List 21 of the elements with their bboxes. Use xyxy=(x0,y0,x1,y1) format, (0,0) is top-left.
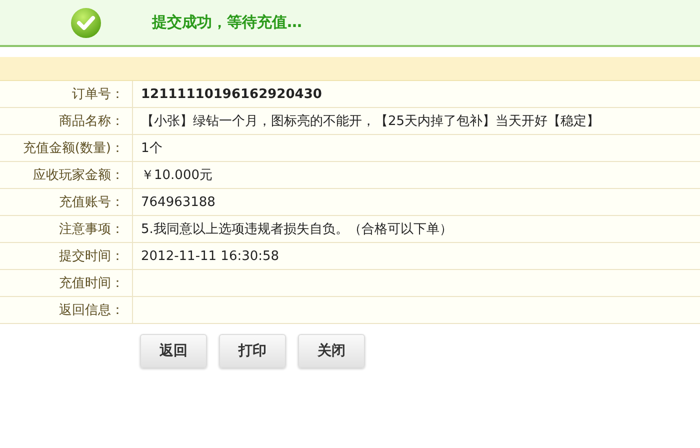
field-label: 订单号： xyxy=(0,81,133,107)
field-value: 【小张】绿钻一个月，图标亮的不能开，【25天内掉了包补】当天开好【稳定】 xyxy=(140,113,600,131)
action-button[interactable]: 返回 xyxy=(140,334,207,368)
field-label: 提交时间： xyxy=(0,243,133,269)
checkmark-icon xyxy=(70,6,102,38)
action-button[interactable]: 关闭 xyxy=(298,334,365,368)
field-label: 充值金额(数量)： xyxy=(0,135,133,161)
field-value: 764963188 xyxy=(140,194,216,212)
field-label: 充值账号： xyxy=(0,189,133,215)
field-label: 充值时间： xyxy=(0,270,133,296)
field-value: 2012-11-11 16:30:58 xyxy=(140,248,280,266)
field-label: 注意事项： xyxy=(0,216,133,242)
field-value: 1个 xyxy=(140,140,162,158)
field-label: 商品名称： xyxy=(0,108,133,134)
field-label: 返回信息： xyxy=(0,297,133,323)
action-button[interactable]: 打印 xyxy=(219,334,286,368)
field-value: 5.我同意以上选项违规者损失自负。（合格可以下单） xyxy=(140,221,452,239)
success-message: 提交成功，等待充值… xyxy=(152,13,302,32)
field-label: 应收玩家金额： xyxy=(0,162,133,188)
field-value: ￥10.000元 xyxy=(140,167,212,185)
field-value: 12111110196162920430 xyxy=(140,86,322,104)
